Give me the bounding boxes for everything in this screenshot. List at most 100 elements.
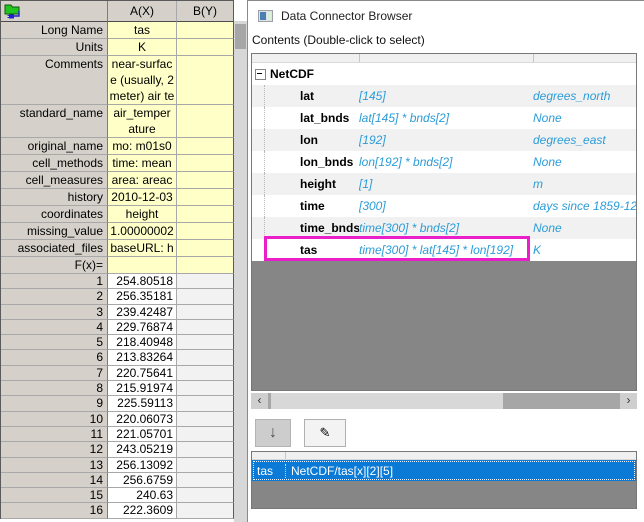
tree-item-tas[interactable]: tastime[300] * lat[145] * lon[192]K bbox=[252, 239, 636, 261]
row-number[interactable]: 11 bbox=[1, 427, 108, 442]
row-number[interactable]: 7 bbox=[1, 366, 108, 381]
cell-b[interactable] bbox=[177, 350, 234, 365]
cell-a[interactable]: 220.75641 bbox=[108, 366, 177, 381]
row-number[interactable]: 8 bbox=[1, 381, 108, 396]
tree-root-netcdf[interactable]: NetCDF bbox=[252, 63, 636, 85]
tree-item-lon_bnds[interactable]: lon_bndslon[192] * bnds[2]None bbox=[252, 151, 636, 173]
cell-b[interactable] bbox=[177, 381, 234, 396]
tree-item-time[interactable]: time[300]days since 1859-12-0 bbox=[252, 195, 636, 217]
row-number[interactable]: 2 bbox=[1, 289, 108, 304]
row-number[interactable]: 6 bbox=[1, 350, 108, 365]
cell-a[interactable]: area: areac bbox=[108, 172, 177, 189]
cell-b[interactable] bbox=[177, 458, 234, 473]
cell-b[interactable] bbox=[177, 473, 234, 488]
worksheet-vertical-scrollbar[interactable] bbox=[234, 21, 247, 522]
cell-b[interactable] bbox=[177, 257, 234, 274]
cell-a[interactable]: height bbox=[108, 206, 177, 223]
row-label[interactable]: cell_methods bbox=[1, 155, 108, 172]
cell-b[interactable] bbox=[177, 289, 234, 304]
cell-a[interactable]: 256.6759 bbox=[108, 473, 177, 488]
scrollbar-thumb[interactable] bbox=[271, 393, 503, 409]
cell-b[interactable] bbox=[177, 155, 234, 172]
cell-b[interactable] bbox=[177, 223, 234, 240]
horizontal-scrollbar[interactable]: ‹ › bbox=[251, 393, 637, 409]
cell-a[interactable]: baseURL: h bbox=[108, 240, 177, 257]
cell-a[interactable]: 243.05219 bbox=[108, 442, 177, 457]
cell-a[interactable]: 215.91974 bbox=[108, 381, 177, 396]
collapse-icon[interactable] bbox=[255, 69, 266, 80]
cell-a[interactable]: 220.06073 bbox=[108, 412, 177, 427]
row-label[interactable]: F(x)= bbox=[1, 257, 108, 274]
tree-item-lon[interactable]: lon[192]degrees_east bbox=[252, 129, 636, 151]
cell-b[interactable] bbox=[177, 189, 234, 206]
scrollbar-track[interactable] bbox=[268, 393, 620, 409]
row-number[interactable]: 3 bbox=[1, 305, 108, 320]
cell-a[interactable]: 222.3609 bbox=[108, 503, 177, 518]
cell-b[interactable] bbox=[177, 240, 234, 257]
column-header-a[interactable]: A(X) bbox=[108, 1, 177, 22]
row-number[interactable]: 13 bbox=[1, 458, 108, 473]
row-label[interactable]: standard_name bbox=[1, 105, 108, 138]
cell-a[interactable]: 225.59113 bbox=[108, 396, 177, 411]
cell-a[interactable]: time: mean bbox=[108, 155, 177, 172]
row-number[interactable]: 5 bbox=[1, 335, 108, 350]
selected-item-row[interactable]: tas NetCDF/tas[x][2][5] bbox=[252, 460, 636, 481]
tree-item-time_bnds[interactable]: time_bndstime[300] * bnds[2]None bbox=[252, 217, 636, 239]
cell-a[interactable]: 218.40948 bbox=[108, 335, 177, 350]
cell-a[interactable]: 1.00000002 bbox=[108, 223, 177, 240]
cell-b[interactable] bbox=[177, 503, 234, 518]
cell-b[interactable] bbox=[177, 206, 234, 223]
row-number[interactable]: 1 bbox=[1, 274, 108, 289]
worksheet-scrollbar-thumb[interactable] bbox=[235, 24, 246, 49]
row-label[interactable]: Comments bbox=[1, 56, 108, 105]
cell-a[interactable]: 254.80518 bbox=[108, 274, 177, 289]
cell-a[interactable]: air_temper ature bbox=[108, 105, 177, 138]
row-number[interactable]: 15 bbox=[1, 488, 108, 503]
cell-a[interactable]: 256.35181 bbox=[108, 289, 177, 304]
row-label[interactable]: coordinates bbox=[1, 206, 108, 223]
scroll-left-icon[interactable]: ‹ bbox=[251, 393, 268, 409]
cell-b[interactable] bbox=[177, 138, 234, 155]
cell-b[interactable] bbox=[177, 105, 234, 138]
row-number[interactable]: 9 bbox=[1, 396, 108, 411]
cell-a[interactable]: 256.13092 bbox=[108, 458, 177, 473]
cell-b[interactable] bbox=[177, 335, 234, 350]
add-selection-button[interactable]: ↓ bbox=[255, 419, 291, 447]
row-label[interactable]: history bbox=[1, 189, 108, 206]
cell-a[interactable]: 213.83264 bbox=[108, 350, 177, 365]
row-label[interactable]: associated_files bbox=[1, 240, 108, 257]
cell-b[interactable] bbox=[177, 39, 234, 56]
cell-a[interactable]: 240.63 bbox=[108, 488, 177, 503]
cell-a[interactable]: mo: m01s0 bbox=[108, 138, 177, 155]
cell-b[interactable] bbox=[177, 427, 234, 442]
tree-item-height[interactable]: height[1]m bbox=[252, 173, 636, 195]
cell-b[interactable] bbox=[177, 56, 234, 105]
cell-b[interactable] bbox=[177, 320, 234, 335]
cell-b[interactable] bbox=[177, 274, 234, 289]
cell-b[interactable] bbox=[177, 396, 234, 411]
cell-a[interactable]: 239.42487 bbox=[108, 305, 177, 320]
cell-b[interactable] bbox=[177, 442, 234, 457]
cell-b[interactable] bbox=[177, 412, 234, 427]
row-number[interactable]: 16 bbox=[1, 503, 108, 518]
cell-b[interactable] bbox=[177, 366, 234, 381]
cell-a[interactable]: 2010-12-03 bbox=[108, 189, 177, 206]
row-label[interactable]: missing_value bbox=[1, 223, 108, 240]
cell-a[interactable] bbox=[108, 257, 177, 274]
tree-item-lat_bnds[interactable]: lat_bndslat[145] * bnds[2]None bbox=[252, 107, 636, 129]
row-number[interactable]: 14 bbox=[1, 473, 108, 488]
cell-b[interactable] bbox=[177, 22, 234, 39]
row-label[interactable]: cell_measures bbox=[1, 172, 108, 189]
cell-a[interactable]: 229.76874 bbox=[108, 320, 177, 335]
column-header-b[interactable]: B(Y) bbox=[177, 1, 234, 22]
tree-item-lat[interactable]: lat[145]degrees_north bbox=[252, 85, 636, 107]
row-label[interactable]: Long Name bbox=[1, 22, 108, 39]
cell-a[interactable]: tas bbox=[108, 22, 177, 39]
cell-b[interactable] bbox=[177, 305, 234, 320]
worksheet-corner-cell[interactable] bbox=[1, 1, 108, 22]
row-number[interactable]: 10 bbox=[1, 412, 108, 427]
cell-b[interactable] bbox=[177, 172, 234, 189]
cell-b[interactable] bbox=[177, 488, 234, 503]
cell-a[interactable]: near-surfac e (usually, 2 meter) air te bbox=[108, 56, 177, 105]
scroll-right-icon[interactable]: › bbox=[620, 393, 637, 409]
